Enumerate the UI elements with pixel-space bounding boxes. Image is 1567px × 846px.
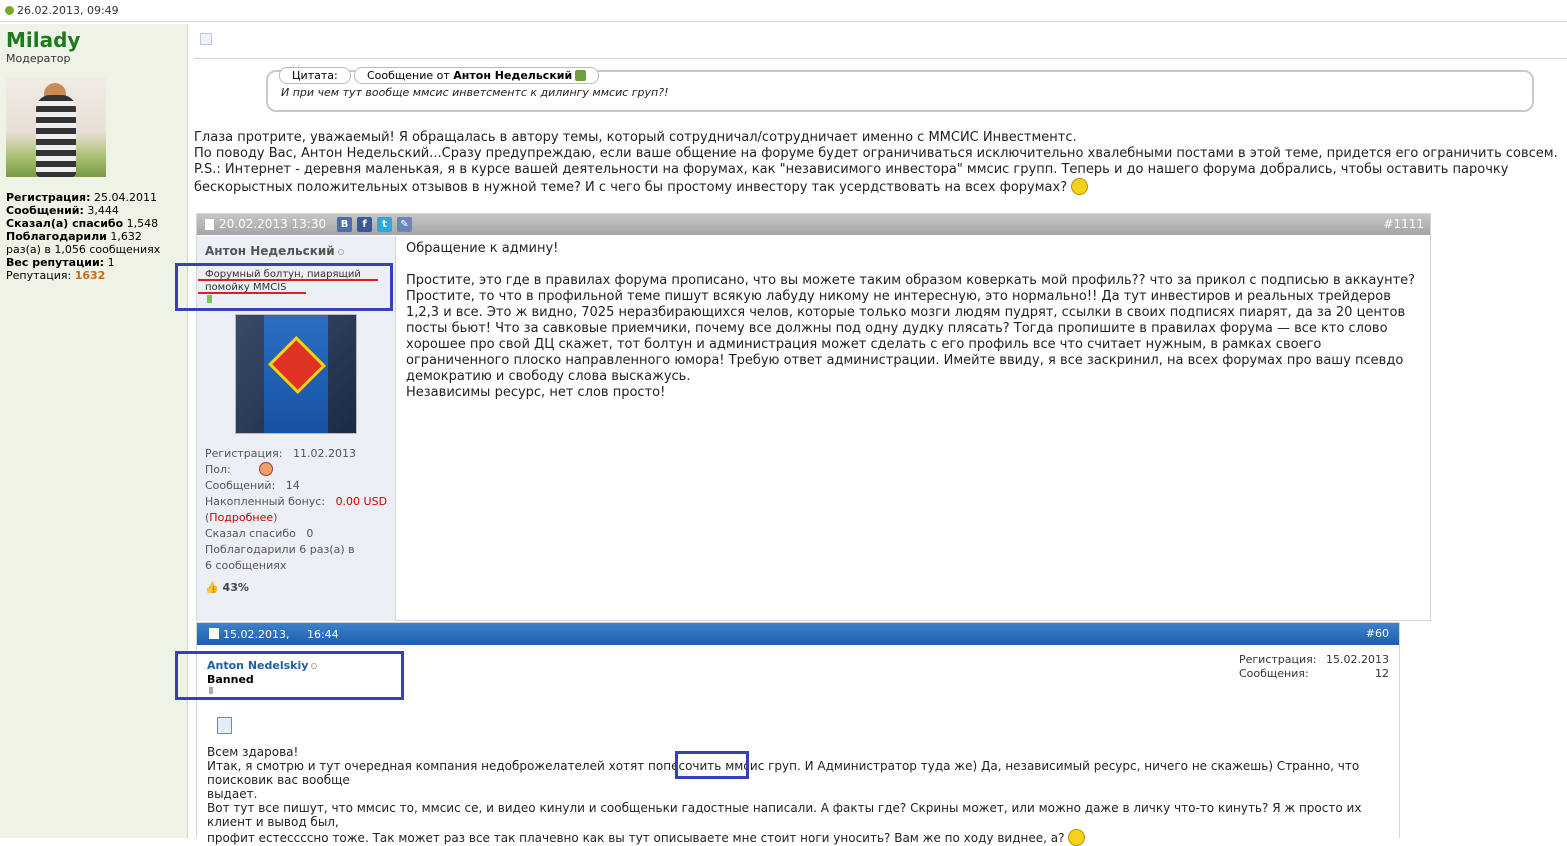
quote-author: Антон Недельский (453, 69, 573, 82)
moderator-role: Модератор (6, 52, 71, 65)
moderator-avatar[interactable] (6, 77, 106, 177)
post-menu-icon[interactable] (200, 33, 212, 45)
post-body: Всем здарова! Итак, я смотрю и тут очере… (207, 745, 1397, 846)
reply-line: По поводу Вас, Антон Недельский...Сразу … (194, 146, 1558, 161)
stat-row: Регистрация: 25.04.2011 (6, 191, 157, 204)
post-number[interactable]: #60 (1366, 627, 1389, 640)
post-date: 15.02.2013, 16:44 (223, 628, 339, 641)
info-reg: Регистрация: 11.02.2013 (205, 447, 356, 460)
underline-mark (198, 292, 306, 294)
reply-line: бескорыстных положительных отзывов в нуж… (194, 178, 1564, 196)
rating: 👍 43% (205, 581, 249, 594)
info-bonus: Накопленный бонус: 0.00 USD (205, 495, 388, 508)
avatar-figure (36, 95, 76, 177)
post-date-icon (205, 219, 214, 230)
post-line: выдает. (207, 787, 258, 801)
moderator-name[interactable]: Milady (6, 28, 80, 52)
info-thanks: Сказал спасибо 0 (205, 527, 314, 540)
post-line: 1,2,3 и все. Это ж видно, 7025 неразбира… (406, 305, 1406, 320)
quote-source: Сообщение от Антон Недельский (354, 67, 600, 84)
reply-line: P.S.: Интернет - деревня маленькая, я в … (194, 162, 1509, 177)
post-line: Всем здарова! (207, 745, 299, 759)
post-line: хорошее про свой ДЦ скажет, тот болтун и… (406, 337, 1322, 352)
post-line: Обращение к админу! (406, 241, 559, 256)
smile-icon (1071, 178, 1089, 195)
moderator-stats: Регистрация: 25.04.2011 Сообщений: 3,444… (6, 191, 186, 282)
post-line: ограниченного плоско направленного юмора… (406, 353, 1404, 368)
post-date-icon (209, 628, 219, 639)
stat-row: Сказал(а) спасибо 1,548 (6, 217, 159, 230)
underline-mark (198, 279, 378, 281)
post-header: 15.02.2013, 16:44 #60 (197, 623, 1399, 645)
highlight-box-author (175, 651, 404, 700)
post-line: Простите, то что в профильной теме пишут… (406, 289, 1391, 304)
offline-status-icon (337, 249, 344, 255)
document-icon (217, 717, 232, 734)
vk-share-icon[interactable]: B (337, 217, 352, 232)
stat-row: Репутация: 1632 (6, 269, 106, 282)
reply-line: Глаза протрите, уважаемый! Я обращалась … (194, 130, 1077, 145)
post-line: демократию и свободу слова выскажусь. (406, 369, 691, 384)
post-line: Независимы ресурс, нет слов просто! (406, 385, 666, 400)
post-line: посты бьют! Что за савковые приемчики, п… (406, 321, 1388, 336)
post-spacer (406, 257, 1426, 273)
post-header: 20.02.2013 13:30 B f t ✎ #1111 (197, 214, 1430, 235)
info-posts: Сообщений: 14 (205, 479, 300, 492)
twitter-share-icon[interactable]: t (377, 217, 392, 232)
thumb-icon: 👍 (205, 581, 219, 594)
stat-row: Сообщений: 3,444 (6, 204, 119, 217)
post-date: 20.02.2013 13:30 (219, 217, 327, 231)
stat-row: Поблагодарили 1,632 (6, 230, 142, 243)
quote-label: Цитата: (279, 67, 351, 84)
highlight-box-title (175, 263, 393, 311)
divider (194, 58, 1567, 59)
info-more: (Подробнее) (205, 511, 278, 524)
go-to-post-icon[interactable] (575, 70, 587, 81)
status-dot-icon (5, 6, 14, 15)
moderator-sidebar: Milady Модератор Регистрация: 25.04.2011… (0, 24, 188, 838)
highlight-box-phrase (675, 751, 749, 779)
info-posts: Сообщения: 12 (1239, 667, 1389, 680)
post-body: Обращение к админу! Простите, это где в … (406, 241, 1426, 401)
edit-share-icon[interactable]: ✎ (397, 217, 412, 232)
top-date: 26.02.2013, 09:49 (17, 4, 119, 17)
stat-row: раз(а) в 1,056 сообщениях (6, 243, 161, 256)
info-gender: Пол: (205, 462, 390, 478)
bonus-details-link[interactable]: Подробнее (209, 511, 273, 524)
stat-row: Вес репутации: 1 (6, 256, 115, 269)
author-info: Регистрация: 15.02.2013 Сообщения: 12 (1239, 653, 1389, 681)
post-line: Вот тут все пишут, что ммсис то, ммсис с… (207, 801, 1362, 829)
quote-text: И при чем тут вообще ммсис инветсментс к… (281, 86, 669, 99)
facebook-share-icon[interactable]: f (357, 217, 372, 232)
moderator-reply: Глаза протрите, уважаемый! Я обращалась … (194, 130, 1564, 196)
author-info: Регистрация: 11.02.2013 Пол: Сообщений: … (205, 446, 390, 574)
post-line: Итак, я смотрю и тут очередная компания … (207, 759, 1360, 787)
male-gender-icon (258, 462, 273, 476)
info-thanked: Поблагодарили 6 раз(а) в (205, 543, 355, 556)
post-author[interactable]: Антон Недельский (205, 244, 344, 258)
post-number[interactable]: #1111 (1383, 217, 1424, 231)
top-bar: 26.02.2013, 09:49 (0, 0, 1567, 22)
info-thanked-2: 6 сообщениях (205, 559, 287, 572)
author-avatar[interactable] (235, 314, 357, 434)
post-line: Простите, это где в правилах форума проп… (406, 273, 1416, 288)
info-reg: Регистрация: 15.02.2013 (1239, 653, 1389, 666)
